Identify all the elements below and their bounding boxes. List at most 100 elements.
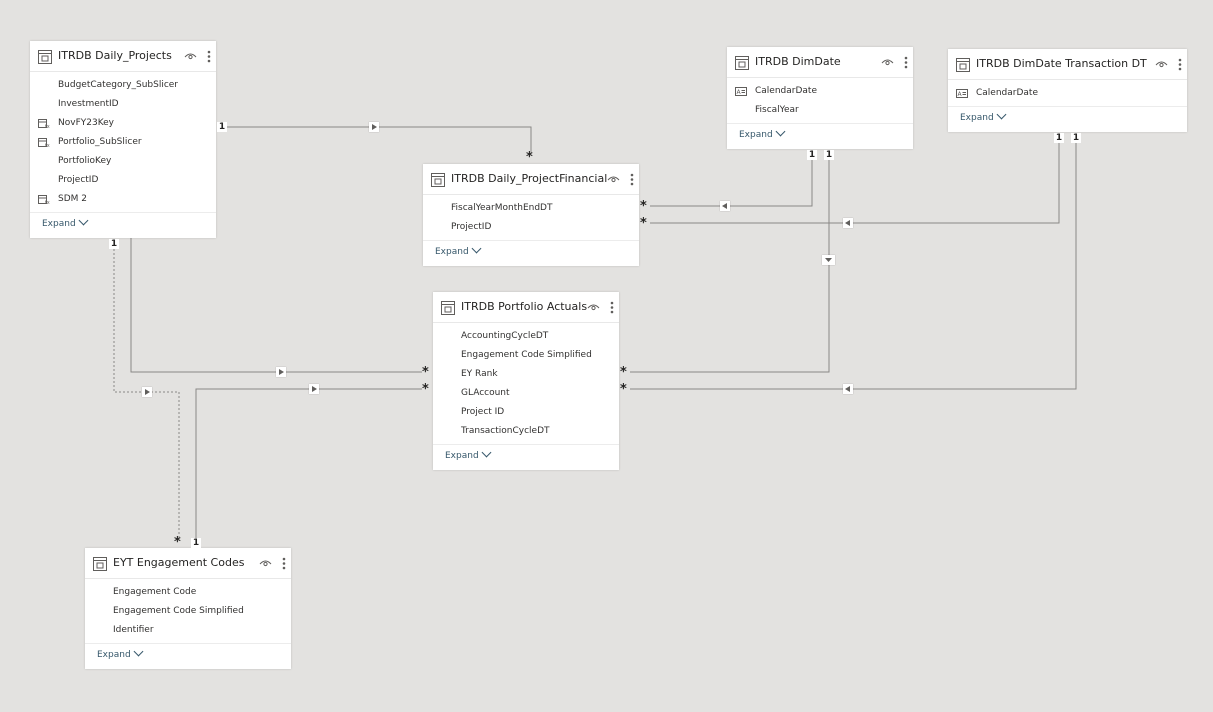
visibility-eye-icon[interactable] (259, 559, 272, 568)
direction-arrow-left[interactable] (843, 384, 853, 394)
chevron-down-icon (481, 447, 492, 458)
card-footer: Expand (30, 212, 216, 236)
cardinality-one: 1 (807, 150, 817, 160)
table-icon (38, 50, 52, 64)
direction-arrow-left[interactable] (720, 201, 730, 211)
table-title: EYT Engagement Codes (113, 556, 245, 569)
cardinality-one: 1 (1071, 133, 1081, 143)
cardinality-one: 1 (191, 538, 201, 548)
field-row[interactable]: PortfolioKey (30, 152, 216, 171)
visibility-eye-icon[interactable] (587, 303, 600, 312)
more-options-icon[interactable] (282, 557, 286, 570)
expand-link[interactable]: Expand (435, 243, 482, 257)
table-title: ITRDB Daily_ProjectFinancial (451, 172, 608, 185)
relationship-engagement-actuals (195, 388, 422, 538)
text-field-icon: A (735, 87, 747, 96)
field-row[interactable]: fx NovFY23Key (30, 114, 216, 133)
expand-link[interactable]: Expand (739, 126, 786, 140)
visibility-eye-icon[interactable] (184, 52, 197, 61)
table-header[interactable]: ITRDB DimDate Transaction DT (948, 49, 1187, 80)
card-footer: Expand (423, 240, 639, 264)
table-title: ITRDB Daily_Projects (58, 49, 172, 62)
relationship-projects-actuals (130, 238, 422, 373)
direction-arrow-down[interactable] (822, 255, 835, 265)
field-row[interactable]: FiscalYear (727, 101, 913, 120)
svg-text:fx: fx (45, 200, 50, 204)
more-options-icon[interactable] (904, 56, 908, 69)
more-options-icon[interactable] (207, 50, 211, 63)
table-title: ITRDB Portfolio Actuals (461, 300, 588, 313)
card-footer: Expand (948, 106, 1187, 130)
table-icon (441, 301, 455, 315)
table-icon (431, 173, 445, 187)
table-card-daily-projects[interactable]: ITRDB Daily_Projects BudgetCategory_SubS… (30, 41, 216, 238)
cardinality-many: * (640, 216, 647, 231)
expand-link[interactable]: Expand (42, 215, 89, 229)
relationship-projects-financial (227, 126, 532, 153)
field-row[interactable]: A CalendarDate (948, 84, 1187, 103)
table-card-dimdate[interactable]: ITRDB DimDate A CalendarDate FiscalYear … (727, 47, 913, 149)
table-card-engagement-codes[interactable]: EYT Engagement Codes Engagement Code Eng… (85, 548, 291, 669)
field-row[interactable]: Project ID (433, 403, 619, 422)
table-card-project-financial[interactable]: ITRDB Daily_ProjectFinancial FiscalYearM… (423, 164, 639, 266)
card-footer: Expand (433, 444, 619, 468)
more-options-icon[interactable] (1178, 58, 1182, 71)
field-list: BudgetCategory_SubSlicer InvestmentID fx… (30, 72, 216, 209)
table-header[interactable]: ITRDB Daily_ProjectFinancial (423, 164, 639, 195)
chevron-down-icon (78, 215, 89, 226)
direction-arrow-right[interactable] (369, 122, 379, 132)
table-header[interactable]: ITRDB Daily_Projects (30, 41, 216, 72)
field-row[interactable]: ProjectID (423, 218, 639, 237)
expand-link[interactable]: Expand (960, 109, 1007, 123)
direction-arrow-right[interactable] (309, 384, 319, 394)
visibility-eye-icon[interactable] (607, 175, 620, 184)
field-row[interactable]: A CalendarDate (727, 82, 913, 101)
cardinality-one: 1 (824, 150, 834, 160)
table-title: ITRDB DimDate (755, 55, 841, 68)
field-row[interactable]: Engagement Code Simplified (85, 602, 291, 621)
field-row[interactable]: ProjectID (30, 171, 216, 190)
table-header[interactable]: ITRDB Portfolio Actuals (433, 292, 619, 323)
cardinality-many: * (422, 365, 429, 380)
card-footer: Expand (727, 123, 913, 147)
direction-arrow-right[interactable] (276, 367, 286, 377)
more-options-icon[interactable] (610, 301, 614, 314)
field-row[interactable]: Engagement Code (85, 583, 291, 602)
cardinality-one: 1 (1054, 133, 1064, 143)
table-icon (93, 557, 107, 571)
field-row[interactable]: Identifier (85, 621, 291, 640)
field-row[interactable]: GLAccount (433, 384, 619, 403)
card-footer: Expand (85, 643, 291, 667)
calculated-column-icon: fx (38, 195, 50, 204)
field-row[interactable]: fx Portfolio_SubSlicer (30, 133, 216, 152)
cardinality-many: * (526, 150, 533, 165)
field-row[interactable]: TransactionCycleDT (433, 422, 619, 441)
field-row[interactable]: AccountingCycleDT (433, 327, 619, 346)
table-icon (735, 56, 749, 70)
field-list: FiscalYearMonthEndDT ProjectID (423, 195, 639, 237)
visibility-eye-icon[interactable] (1155, 60, 1168, 69)
expand-link[interactable]: Expand (445, 447, 492, 461)
cardinality-one: 1 (217, 122, 227, 132)
chevron-down-icon (775, 126, 786, 137)
field-row[interactable]: InvestmentID (30, 95, 216, 114)
relationship-dimdatetx-actuals (630, 143, 1077, 390)
table-icon (956, 58, 970, 72)
visibility-eye-icon[interactable] (881, 58, 894, 67)
field-row[interactable]: Engagement Code Simplified (433, 346, 619, 365)
relationship-dimdate-actuals (630, 159, 830, 373)
expand-link[interactable]: Expand (97, 646, 144, 660)
table-card-portfolio-actuals[interactable]: ITRDB Portfolio Actuals AccountingCycleD… (433, 292, 619, 470)
field-row[interactable]: fx SDM 2 (30, 190, 216, 209)
field-row[interactable]: BudgetCategory_SubSlicer (30, 76, 216, 95)
table-card-dimdate-transaction[interactable]: ITRDB DimDate Transaction DT A CalendarD… (948, 49, 1187, 132)
cardinality-many: * (640, 199, 647, 214)
table-header[interactable]: ITRDB DimDate (727, 47, 913, 78)
field-list: A CalendarDate (948, 80, 1187, 103)
field-row[interactable]: FiscalYearMonthEndDT (423, 199, 639, 218)
table-header[interactable]: EYT Engagement Codes (85, 548, 291, 579)
more-options-icon[interactable] (630, 173, 634, 186)
field-row[interactable]: EY Rank (433, 365, 619, 384)
direction-arrow-right[interactable] (142, 387, 152, 397)
direction-arrow-left[interactable] (843, 218, 853, 228)
